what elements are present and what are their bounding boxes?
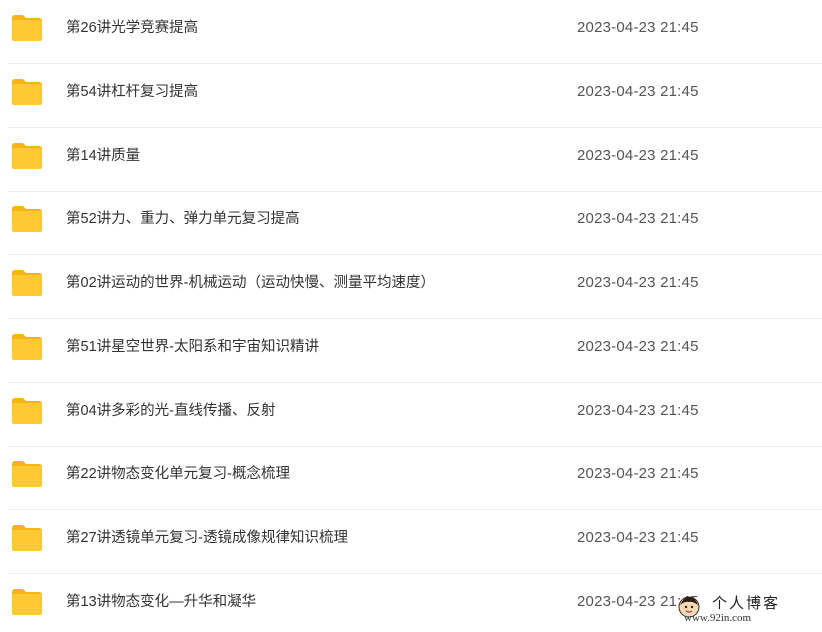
file-row-2[interactable]: 第54讲杠杆复习提高 2023-04-23 21:45 xyxy=(0,64,822,128)
file-name[interactable]: 第26讲光学竞赛提高 xyxy=(66,19,198,37)
file-date: 2023-04-23 21:45 xyxy=(577,529,699,546)
file-name[interactable]: 第02讲运动的世界-机械运动（运动快慢、测量平均速度） xyxy=(66,274,435,292)
file-name[interactable]: 第52讲力、重力、弹力单元复习提高 xyxy=(66,210,300,228)
file-name[interactable]: 第04讲多彩的光-直线传播、反射 xyxy=(66,402,275,420)
file-name[interactable]: 第54讲杠杆复习提高 xyxy=(66,83,198,101)
file-row-8[interactable]: 第22讲物态变化单元复习-概念梳理 2023-04-23 21:45 xyxy=(0,446,822,510)
folder-icon xyxy=(12,334,42,360)
watermark: 个人博客 www.92in.com xyxy=(678,592,808,626)
folder-icon xyxy=(12,79,42,105)
file-date: 2023-04-23 21:45 xyxy=(577,465,699,482)
file-row-3[interactable]: 第14讲质量 2023-04-23 21:45 xyxy=(0,128,822,192)
file-date: 2023-04-23 21:45 xyxy=(577,147,699,164)
folder-icon xyxy=(12,15,42,41)
watermark-url: www.92in.com xyxy=(684,612,752,624)
file-name[interactable]: 第27讲透镜单元复习-透镜成像规律知识梳理 xyxy=(66,529,348,547)
file-date: 2023-04-23 21:45 xyxy=(577,274,699,291)
file-row-9[interactable]: 第27讲透镜单元复习-透镜成像规律知识梳理 2023-04-23 21:45 xyxy=(0,510,822,574)
folder-icon xyxy=(12,398,42,424)
folder-icon xyxy=(12,143,42,169)
file-date: 2023-04-23 21:45 xyxy=(577,402,699,419)
file-list: 第26讲光学竞赛提高 2023-04-23 21:45 第54讲杠杆复习提高 2… xyxy=(0,0,822,632)
file-row-5[interactable]: 第02讲运动的世界-机械运动（运动快慢、测量平均速度） 2023-04-23 2… xyxy=(0,255,822,319)
watermark-title: 个人博客 xyxy=(712,594,781,612)
folder-icon xyxy=(12,206,42,232)
file-name[interactable]: 第51讲星空世界-太阳系和宇宙知识精讲 xyxy=(66,338,319,356)
file-name[interactable]: 第22讲物态变化单元复习-概念梳理 xyxy=(66,465,290,483)
file-name[interactable]: 第13讲物态变化—升华和凝华 xyxy=(66,593,256,611)
folder-icon xyxy=(12,525,42,551)
file-name[interactable]: 第14讲质量 xyxy=(66,147,140,165)
file-date: 2023-04-23 21:45 xyxy=(577,19,699,36)
file-date: 2023-04-23 21:45 xyxy=(577,210,699,227)
file-row-7[interactable]: 第04讲多彩的光-直线传播、反射 2023-04-23 21:45 xyxy=(0,383,822,447)
file-date: 2023-04-23 21:45 xyxy=(577,83,699,100)
file-date: 2023-04-23 21:45 xyxy=(577,338,699,355)
file-row-1[interactable]: 第26讲光学竞赛提高 2023-04-23 21:45 xyxy=(0,0,822,64)
file-row-4[interactable]: 第52讲力、重力、弹力单元复习提高 2023-04-23 21:45 xyxy=(0,191,822,255)
folder-icon xyxy=(12,589,42,615)
file-row-6[interactable]: 第51讲星空世界-太阳系和宇宙知识精讲 2023-04-23 21:45 xyxy=(0,319,822,383)
folder-icon xyxy=(12,270,42,296)
folder-icon xyxy=(12,461,42,487)
